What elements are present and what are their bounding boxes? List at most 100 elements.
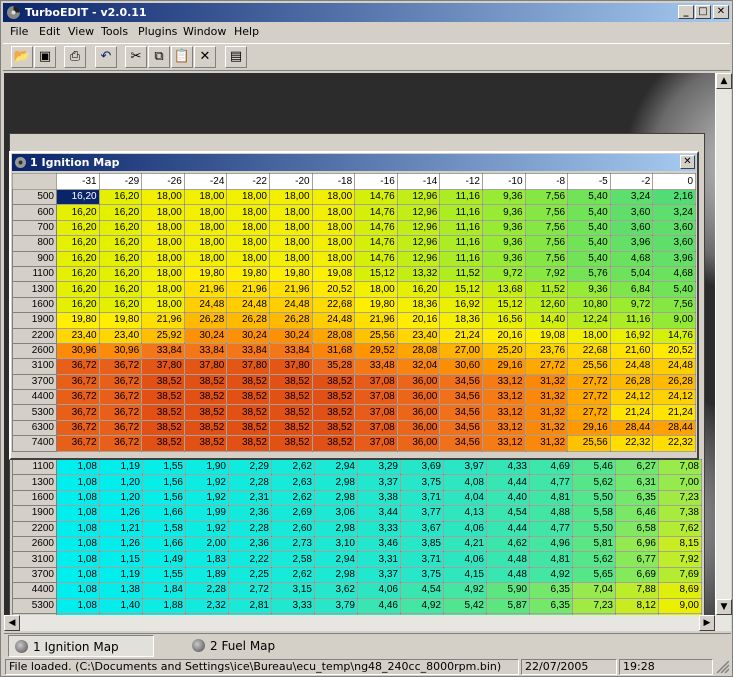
fuel-map-grid[interactable]: 1100 1,08 1,19 1,55 1,90 2,29 2,62 2,94 3,29 3,69… bbox=[12, 458, 702, 615]
fuel-cell[interactable]: 1,92 bbox=[185, 520, 229, 537]
ignition-cell[interactable]: 5,40 bbox=[567, 235, 611, 252]
ignition-column-header[interactable]: -12 bbox=[439, 173, 483, 190]
fuel-cell[interactable]: 6,96 bbox=[615, 535, 659, 553]
menu-edit[interactable]: Edit bbox=[39, 23, 60, 41]
fuel-cell[interactable]: 4,92 bbox=[400, 597, 444, 614]
ignition-cell[interactable]: 18,00 bbox=[141, 235, 185, 252]
fuel-row-header[interactable]: 2600 bbox=[12, 535, 57, 553]
fuel-cell[interactable]: 1,55 bbox=[142, 566, 186, 584]
fuel-cell[interactable]: 5,50 bbox=[572, 489, 616, 507]
ignition-cell[interactable]: 36,72 bbox=[98, 389, 143, 406]
fuel-cell[interactable]: 5,50 bbox=[572, 520, 616, 537]
ignition-map-grid[interactable]: -31 -29 -26 -24 -22 -20 -18 -16 -14 -12 -10 -8 -5 -2 0… bbox=[12, 173, 696, 452]
ignition-cell[interactable]: 18,00 bbox=[567, 327, 611, 344]
ignition-cell[interactable]: 19,80 bbox=[56, 312, 100, 329]
ignition-cell[interactable]: 21,24 bbox=[609, 404, 654, 421]
fuel-cell[interactable]: 2,32 bbox=[185, 597, 229, 614]
ignition-cell[interactable]: 23,40 bbox=[396, 327, 441, 344]
ignition-cell[interactable]: 38,52 bbox=[183, 435, 228, 452]
ignition-cell[interactable]: 18,00 bbox=[226, 250, 270, 267]
ignition-map-window[interactable]: 1 Ignition Map ✕ -31 -29 -26 -24 -22 -20 -18 -1… bbox=[9, 151, 699, 460]
ignition-cell[interactable]: 27,72 bbox=[524, 358, 569, 375]
fuel-cell[interactable]: 2,69 bbox=[271, 505, 315, 522]
scroll-right-arrow-icon[interactable]: ▶ bbox=[699, 615, 715, 631]
ignition-cell[interactable]: 9,36 bbox=[481, 250, 526, 267]
fuel-cell[interactable]: 2,58 bbox=[271, 551, 315, 568]
ignition-cell[interactable]: 24,48 bbox=[311, 312, 356, 329]
fuel-cell[interactable]: 1,26 bbox=[99, 505, 143, 522]
fuel-cell[interactable]: 2,28 bbox=[228, 474, 272, 491]
ignition-cell[interactable]: 19,80 bbox=[183, 265, 228, 283]
maximize-button[interactable]: □ bbox=[695, 5, 711, 19]
ignition-cell[interactable]: 11,16 bbox=[439, 219, 483, 237]
fuel-cell[interactable]: 1,99 bbox=[185, 505, 229, 522]
fuel-cell[interactable]: 4,77 bbox=[529, 474, 573, 491]
fuel-cell[interactable]: 1,08 bbox=[56, 489, 100, 507]
ignition-cell[interactable]: 22,32 bbox=[652, 435, 696, 452]
ignition-cell[interactable]: 33,48 bbox=[354, 358, 398, 375]
ignition-cell[interactable]: 22,68 bbox=[311, 296, 356, 314]
ignition-cell[interactable]: 38,52 bbox=[141, 373, 185, 391]
print-button[interactable]: ⎙ bbox=[64, 46, 86, 68]
minimize-button[interactable]: _ bbox=[678, 5, 694, 19]
scroll-down-arrow-icon[interactable]: ▼ bbox=[716, 599, 732, 615]
fuel-cell[interactable]: 6,77 bbox=[615, 551, 659, 568]
fuel-cell[interactable]: 5,42 bbox=[443, 597, 487, 614]
fuel-cell[interactable]: 4,54 bbox=[400, 582, 444, 599]
fuel-cell[interactable]: 2,36 bbox=[228, 535, 272, 553]
ignition-cell[interactable]: 36,72 bbox=[56, 419, 100, 437]
fuel-cell[interactable]: 6,69 bbox=[615, 566, 659, 584]
fuel-cell[interactable]: 7,69 bbox=[658, 566, 702, 584]
fuel-row-header[interactable]: 5300 bbox=[12, 597, 57, 614]
fuel-cell[interactable]: 3,69 bbox=[400, 458, 444, 476]
ignition-cell[interactable]: 38,52 bbox=[226, 404, 270, 421]
fuel-cell[interactable]: 1,08 bbox=[56, 566, 100, 584]
ignition-cell[interactable]: 6,84 bbox=[609, 281, 654, 298]
ignition-cell[interactable]: 16,20 bbox=[98, 296, 143, 314]
fuel-cell[interactable]: 3,33 bbox=[357, 520, 401, 537]
ignition-cell[interactable]: 38,52 bbox=[226, 389, 270, 406]
ignition-cell[interactable]: 3,96 bbox=[652, 250, 696, 267]
ignition-cell[interactable]: 38,52 bbox=[268, 419, 313, 437]
ignition-cell[interactable]: 35,28 bbox=[311, 358, 356, 375]
fuel-cell[interactable]: 4,15 bbox=[443, 566, 487, 584]
ignition-cell[interactable]: 18,00 bbox=[311, 188, 356, 206]
fuel-cell[interactable]: 6,35 bbox=[529, 597, 573, 614]
fuel-cell[interactable]: 2,28 bbox=[185, 582, 229, 599]
ignition-cell[interactable]: 20,16 bbox=[481, 327, 526, 344]
fuel-cell[interactable]: 7,08 bbox=[658, 458, 702, 476]
scroll-left-arrow-icon[interactable]: ◀ bbox=[4, 615, 20, 631]
ignition-cell[interactable]: 36,72 bbox=[98, 435, 143, 452]
ignition-row-header[interactable]: 4400 bbox=[12, 389, 57, 406]
ignition-cell[interactable]: 21,96 bbox=[268, 281, 313, 298]
ignition-cell[interactable]: 7,56 bbox=[524, 235, 569, 252]
ignition-cell[interactable]: 25,92 bbox=[141, 327, 185, 344]
ignition-cell[interactable]: 21,96 bbox=[183, 281, 228, 298]
ignition-cell[interactable]: 38,52 bbox=[183, 404, 228, 421]
fuel-cell[interactable]: 2,98 bbox=[314, 474, 358, 491]
ignition-cell[interactable]: 23,40 bbox=[98, 327, 143, 344]
ignition-cell[interactable]: 15,12 bbox=[354, 265, 398, 283]
ignition-row-header[interactable]: 2600 bbox=[12, 342, 57, 360]
ignition-cell[interactable]: 19,80 bbox=[226, 265, 270, 283]
tab-ignition-map[interactable]: 1 Ignition Map bbox=[8, 635, 154, 657]
fuel-cell[interactable]: 1,08 bbox=[56, 474, 100, 491]
fuel-cell[interactable]: 7,88 bbox=[615, 582, 659, 599]
ignition-row-header[interactable]: 900 bbox=[12, 250, 57, 267]
fuel-row-header[interactable]: 3100 bbox=[12, 551, 57, 568]
ignition-cell[interactable]: 18,00 bbox=[226, 188, 270, 206]
fuel-cell[interactable]: 1,15 bbox=[99, 551, 143, 568]
ignition-cell[interactable]: 21,96 bbox=[141, 312, 185, 329]
ignition-cell[interactable]: 33,12 bbox=[481, 404, 526, 421]
fuel-cell[interactable]: 2,31 bbox=[228, 489, 272, 507]
ignition-cell[interactable]: 18,00 bbox=[141, 250, 185, 267]
ignition-cell[interactable]: 18,00 bbox=[268, 250, 313, 267]
ignition-cell[interactable]: 18,00 bbox=[183, 219, 228, 237]
ignition-cell[interactable]: 11,16 bbox=[439, 250, 483, 267]
ignition-cell[interactable]: 11,52 bbox=[439, 265, 483, 283]
ignition-cell[interactable]: 19,80 bbox=[268, 265, 313, 283]
ignition-cell[interactable]: 11,16 bbox=[439, 188, 483, 206]
ignition-cell[interactable]: 33,84 bbox=[226, 342, 270, 360]
fuel-cell[interactable]: 1,88 bbox=[142, 597, 186, 614]
cut-button[interactable]: ✂ bbox=[125, 46, 147, 68]
